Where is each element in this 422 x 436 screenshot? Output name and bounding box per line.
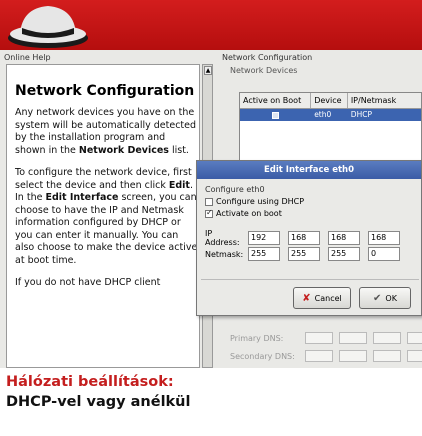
ok-button[interactable]: ✔ OK xyxy=(359,287,411,309)
help-text-span: screen, you can choose to have the IP an… xyxy=(15,192,198,266)
dns-field[interactable] xyxy=(305,332,333,344)
netmask-row: Netmask: 255 255 255 0 xyxy=(205,247,408,261)
redhat-logo-icon xyxy=(8,6,88,48)
dhcp-checkbox[interactable] xyxy=(205,197,213,206)
help-paragraph-3: If you do not have DHCP client xyxy=(15,277,161,288)
help-pane: Network Configuration Any network device… xyxy=(6,64,200,368)
secondary-dns-row: Secondary DNS: xyxy=(230,350,422,362)
ip-address-label: IP Address: xyxy=(205,229,240,247)
dhcp-option[interactable]: Configure using DHCP xyxy=(205,197,304,206)
online-help-label: Online Help xyxy=(4,53,51,62)
column-header[interactable]: Active on Boot xyxy=(240,93,312,108)
dhcp-option-label[interactable]: Configure using DHCP xyxy=(216,197,304,206)
dns-field[interactable] xyxy=(339,350,367,362)
dns-field[interactable] xyxy=(407,350,422,362)
dialog-divider xyxy=(201,279,419,280)
dns-field[interactable] xyxy=(339,332,367,344)
edit-interface-dialog: Edit Interface eth0 Configure eth0 Confi… xyxy=(196,160,422,316)
network-config-label: Network Configuration xyxy=(222,53,313,62)
dns-field[interactable] xyxy=(305,350,333,362)
dialog-title: Edit Interface eth0 xyxy=(197,161,421,179)
ip-octet-field[interactable]: 168 xyxy=(368,231,400,245)
device-cell: eth0 xyxy=(314,110,332,119)
active-on-boot-cell[interactable] xyxy=(240,109,311,121)
cancel-icon: ✘ xyxy=(302,292,311,304)
netmask-label: Netmask: xyxy=(205,249,244,259)
netmask-octet-field[interactable]: 255 xyxy=(248,247,280,261)
help-title: Network Configuration xyxy=(15,83,195,99)
dialog-section-label: Configure eth0 xyxy=(205,185,265,194)
netmask-octet-field[interactable]: 255 xyxy=(328,247,360,261)
header-banner xyxy=(0,0,422,50)
ip-cell: DHCP xyxy=(350,110,372,119)
column-header[interactable]: IP/Netmask xyxy=(348,93,421,108)
installer-screen: Online Help Network Configuration Networ… xyxy=(0,50,422,368)
ok-icon: ✔ xyxy=(373,292,382,304)
caption-title: Hálózati beállítások: xyxy=(6,374,174,390)
caption-subtitle: DHCP-vel vagy anélkül xyxy=(6,394,191,410)
dns-field[interactable] xyxy=(407,332,422,344)
help-text-span: To configure the network device, first s… xyxy=(15,167,192,191)
table-header: Active on Boot Device IP/Netmask xyxy=(240,93,421,109)
help-bold: Network Devices xyxy=(78,144,169,156)
primary-dns-row: Primary DNS: xyxy=(230,332,422,344)
ip-address-row: IP Address: 192 168 168 168 xyxy=(205,229,408,247)
checkbox-icon[interactable] xyxy=(272,111,280,119)
help-paragraph-2: To configure the network device, first s… xyxy=(15,167,198,267)
cancel-button-label: Cancel xyxy=(314,293,342,303)
caption: Hálózati beállítások: DHCP-vel vagy anél… xyxy=(6,372,418,412)
help-bold: Edit Interface xyxy=(45,192,119,203)
activate-boot-checkbox[interactable] xyxy=(205,208,213,218)
ip-octet-field[interactable]: 192 xyxy=(248,231,280,245)
primary-dns-label: Primary DNS: xyxy=(230,333,284,343)
dns-field[interactable] xyxy=(373,332,401,344)
activate-boot-option[interactable]: Activate on boot xyxy=(205,208,282,218)
help-bold: Edit xyxy=(168,179,190,191)
netmask-octet-field[interactable]: 0 xyxy=(368,247,400,261)
table-row[interactable]: eth0 DHCP xyxy=(240,109,421,121)
ip-octet-field[interactable]: 168 xyxy=(328,231,360,245)
cancel-button[interactable]: ✘ Cancel xyxy=(293,287,351,309)
dns-field[interactable] xyxy=(373,350,401,362)
network-devices-label: Network Devices xyxy=(230,66,298,75)
ip-octet-field[interactable]: 168 xyxy=(288,231,320,245)
activate-boot-label[interactable]: Activate on boot xyxy=(216,209,282,218)
netmask-octet-field[interactable]: 255 xyxy=(288,247,320,261)
secondary-dns-label: Secondary DNS: xyxy=(230,351,295,361)
help-paragraph-1: Any network devices you have on the syst… xyxy=(15,107,198,157)
scroll-up-icon[interactable]: ▲ xyxy=(204,66,212,75)
column-header[interactable]: Device xyxy=(311,93,348,108)
help-text: Network Configuration Any network device… xyxy=(15,83,198,300)
help-text-span: list. xyxy=(168,144,189,156)
ok-button-label: OK xyxy=(385,293,397,303)
